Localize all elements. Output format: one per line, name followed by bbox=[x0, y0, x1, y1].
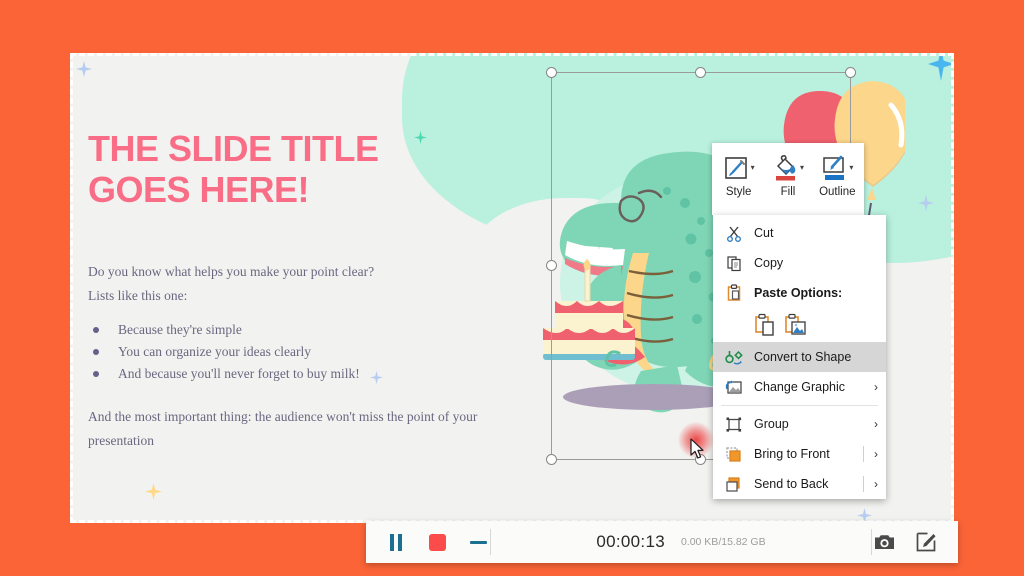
recording-filesize: 0.00 KB/15.82 GB bbox=[680, 536, 766, 548]
slide-title-line-2: GOES HERE! bbox=[88, 169, 310, 211]
bullet-text: Because they're simple bbox=[118, 322, 242, 337]
list-item: You can organize your ideas clearly bbox=[92, 341, 462, 362]
menu-divider bbox=[863, 446, 864, 462]
bullet-text: And because you'll never forget to buy m… bbox=[118, 366, 360, 381]
style-button[interactable]: ▾ Style bbox=[714, 151, 763, 198]
powerpoint-slide-canvas[interactable]: THE SLIDE TITLE GOES HERE! Do you know w… bbox=[70, 53, 954, 523]
recorder-status: 00:00:13 0.00 KB/15.82 GB bbox=[491, 532, 871, 552]
resize-handle-top-left[interactable] bbox=[546, 67, 557, 78]
fill-button[interactable]: ▾ Fill bbox=[763, 151, 812, 198]
sparkle-star-icon bbox=[145, 483, 162, 500]
copy-icon bbox=[723, 253, 745, 273]
mini-formatting-toolbar[interactable]: ▾ Style ▾ Fill ▾ Outline bbox=[712, 143, 864, 215]
annotate-button[interactable] bbox=[914, 530, 938, 554]
chevron-right-icon: › bbox=[874, 380, 878, 394]
bullet-text: You can organize your ideas clearly bbox=[118, 344, 311, 359]
chevron-right-icon: › bbox=[874, 477, 878, 491]
menu-divider bbox=[863, 476, 864, 492]
slide-intro-line-1: Do you know what helps you make your poi… bbox=[88, 264, 375, 279]
menu-item-change-graphic[interactable]: Change Graphic › bbox=[713, 372, 886, 402]
send-to-back-icon bbox=[723, 474, 745, 494]
menu-separator bbox=[721, 405, 878, 406]
menu-item-copy[interactable]: Copy bbox=[713, 248, 886, 278]
paste-keep-formatting-icon[interactable] bbox=[754, 313, 777, 338]
paste-options-row[interactable] bbox=[713, 308, 886, 342]
menu-item-bring-to-front[interactable]: Bring to Front › bbox=[713, 439, 886, 469]
list-item: Because they're simple bbox=[92, 319, 462, 340]
resize-handle-bottom-left[interactable] bbox=[546, 454, 557, 465]
mouse-cursor bbox=[690, 438, 706, 460]
chevron-right-icon: › bbox=[874, 447, 878, 461]
slide-bullet-list[interactable]: Because they're simple You can organize … bbox=[92, 319, 462, 385]
screen-recorder-toolbar[interactable]: 00:00:13 0.00 KB/15.82 GB bbox=[366, 521, 958, 563]
pen-edit-icon bbox=[916, 532, 936, 552]
fill-label: Fill bbox=[780, 186, 796, 198]
menu-label-send-to-back: Send to Back bbox=[754, 477, 829, 491]
menu-item-group[interactable]: Group › bbox=[713, 409, 886, 439]
menu-label-convert-to-shape: Convert to Shape bbox=[754, 350, 852, 364]
slide-intro-line-2: Lists like this one: bbox=[88, 287, 188, 303]
bring-to-front-icon bbox=[723, 444, 745, 464]
context-menu[interactable]: Cut Copy Paste Options: Convert to Shape… bbox=[713, 215, 886, 499]
recorder-controls-left bbox=[366, 530, 490, 554]
menu-item-convert-to-shape[interactable]: Convert to Shape bbox=[713, 342, 886, 372]
chevron-right-icon: › bbox=[874, 417, 878, 431]
resize-handle-top-center[interactable] bbox=[695, 67, 706, 78]
page-title[interactable]: THE SLIDE TITLE GOES HERE! bbox=[88, 128, 418, 211]
menu-label-bring-to-front: Bring to Front bbox=[754, 447, 830, 461]
clipboard-icon bbox=[723, 283, 745, 303]
list-item: And because you'll never forget to buy m… bbox=[92, 363, 462, 384]
recorder-controls-right bbox=[872, 530, 958, 554]
convert-to-shape-icon bbox=[723, 347, 745, 367]
menu-label-cut: Cut bbox=[754, 226, 774, 240]
outline-label: Outline bbox=[819, 186, 856, 198]
menu-label-group: Group bbox=[754, 417, 789, 431]
scissors-icon bbox=[723, 223, 745, 243]
menu-header-paste-options: Paste Options: bbox=[713, 278, 886, 308]
chevron-down-icon[interactable]: ▾ bbox=[751, 164, 755, 172]
stop-button[interactable] bbox=[425, 530, 449, 554]
pause-icon bbox=[390, 533, 402, 551]
menu-label-paste-options: Paste Options: bbox=[754, 286, 843, 300]
menu-label-change-graphic: Change Graphic bbox=[754, 380, 846, 394]
outline-button[interactable]: ▾ Outline bbox=[813, 151, 862, 198]
outline-pen-icon bbox=[821, 153, 847, 183]
menu-label-copy: Copy bbox=[754, 256, 784, 270]
slide-intro-text[interactable]: Do you know what helps you make your poi… bbox=[88, 260, 458, 307]
menu-item-send-to-back[interactable]: Send to Back › bbox=[713, 469, 886, 499]
slide-outro-text[interactable]: And the most important thing: the audien… bbox=[88, 405, 478, 452]
camera-icon bbox=[874, 533, 895, 551]
sparkle-star-icon bbox=[76, 61, 92, 77]
chevron-down-icon[interactable]: ▾ bbox=[849, 164, 853, 172]
style-label: Style bbox=[725, 186, 752, 198]
pause-button[interactable] bbox=[384, 530, 408, 554]
group-icon bbox=[723, 414, 745, 434]
style-brush-icon bbox=[723, 155, 749, 181]
slide-title-line-1: THE SLIDE TITLE bbox=[88, 128, 379, 169]
resize-handle-middle-left[interactable] bbox=[546, 260, 557, 271]
menu-item-cut[interactable]: Cut bbox=[713, 218, 886, 248]
screenshot-button[interactable] bbox=[872, 530, 896, 554]
chevron-down-icon[interactable]: ▾ bbox=[800, 164, 804, 172]
resize-handle-top-right[interactable] bbox=[845, 67, 856, 78]
paste-picture-icon[interactable] bbox=[784, 313, 807, 338]
minimize-icon bbox=[469, 540, 487, 544]
recording-region: THE SLIDE TITLE GOES HERE! Do you know w… bbox=[70, 53, 954, 523]
minimize-button[interactable] bbox=[466, 530, 490, 554]
recording-timer: 00:00:13 bbox=[596, 532, 665, 551]
fill-bucket-icon bbox=[772, 153, 798, 183]
stop-icon bbox=[428, 533, 446, 551]
change-graphic-icon bbox=[723, 377, 745, 397]
